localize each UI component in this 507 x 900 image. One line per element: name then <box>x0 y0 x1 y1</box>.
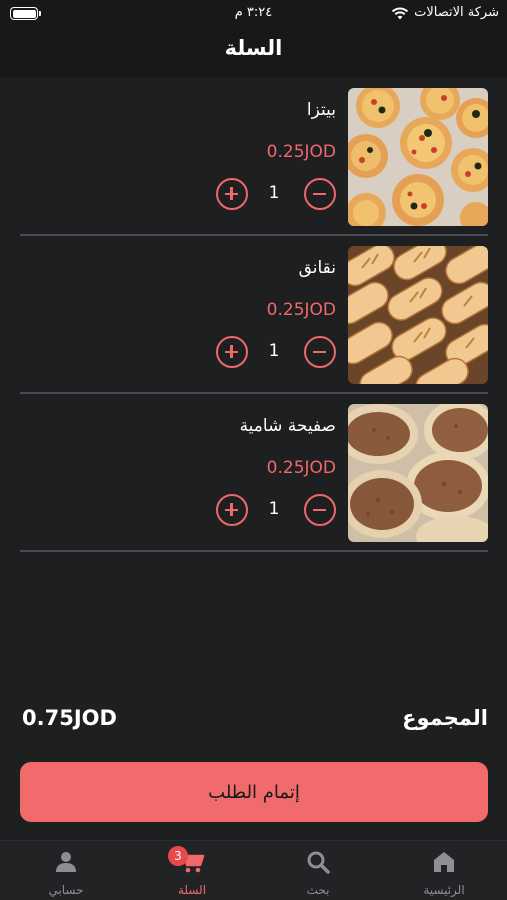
tab-label: الرئيسية <box>423 883 465 897</box>
quantity-value: 1 <box>268 499 280 519</box>
quantity-value: 1 <box>268 183 280 203</box>
item-name: بيتزا <box>306 100 336 120</box>
item-price: 0.25JOD <box>266 300 336 320</box>
tab-cart[interactable]: 3 السلة <box>129 841 255 900</box>
total-value: 0.75JOD <box>22 706 117 730</box>
minus-icon <box>313 350 326 353</box>
increase-quantity-button[interactable] <box>216 178 248 210</box>
page-title: السلة <box>224 36 283 60</box>
cart-item: بيتزا 0.25JOD 1 <box>20 78 488 236</box>
user-icon <box>56 852 76 872</box>
tab-label: السلة <box>177 883 207 897</box>
pizza-image <box>348 88 488 226</box>
tab-account[interactable]: حسابي <box>3 841 129 900</box>
divider <box>20 550 488 552</box>
quantity-stepper: 1 <box>216 178 336 212</box>
decrease-quantity-button[interactable] <box>304 336 336 368</box>
decrease-quantity-button[interactable] <box>304 178 336 210</box>
cart-screen: شركة الاتصالات ٣:٢٤ م السلة بيتزا 0.25JO… <box>0 0 507 900</box>
quantity-stepper: 1 <box>216 336 336 370</box>
order-total: المجموع 0.75JOD <box>22 702 488 736</box>
sfiha-image <box>348 404 488 542</box>
checkout-button[interactable]: إتمام الطلب <box>20 762 488 822</box>
item-price: 0.25JOD <box>266 142 336 162</box>
decrease-quantity-button[interactable] <box>304 494 336 526</box>
tab-bar: الرئيسية بحث 3 السلة حسابي <box>0 840 507 900</box>
home-icon <box>434 852 454 872</box>
minus-icon <box>313 192 326 195</box>
increase-quantity-button[interactable] <box>216 494 248 526</box>
quantity-stepper: 1 <box>216 494 336 528</box>
battery-icon <box>10 7 41 20</box>
cart-item: صفيحة شامية 0.25JOD 1 <box>20 394 488 552</box>
tab-search[interactable]: بحث <box>255 841 381 900</box>
top-bar: شركة الاتصالات ٣:٢٤ م السلة <box>0 0 507 78</box>
status-bar: شركة الاتصالات ٣:٢٤ م <box>0 0 507 28</box>
tab-home[interactable]: الرئيسية <box>381 841 507 900</box>
total-label: المجموع <box>402 706 488 730</box>
search-icon <box>307 851 330 874</box>
item-name: صفيحة شامية <box>239 416 336 436</box>
status-time: ٣:٢٤ م <box>234 5 273 20</box>
item-price: 0.25JOD <box>266 458 336 478</box>
cart-count-badge: 3 <box>168 846 188 866</box>
tab-label: حسابي <box>48 883 84 897</box>
cart-item: نقانق 0.25JOD 1 <box>20 236 488 394</box>
minus-icon <box>313 508 326 511</box>
item-name: نقانق <box>298 258 336 278</box>
sausage-rolls-image <box>348 246 488 384</box>
tab-label: بحث <box>306 883 330 897</box>
quantity-value: 1 <box>268 341 280 361</box>
increase-quantity-button[interactable] <box>216 336 248 368</box>
